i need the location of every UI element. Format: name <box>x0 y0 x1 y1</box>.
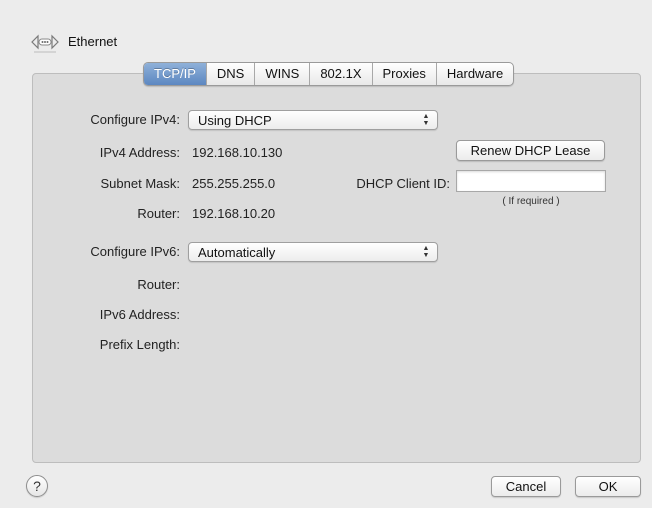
subnet-mask-label: Subnet Mask: <box>100 176 181 191</box>
ok-button[interactable]: OK <box>575 476 641 497</box>
configure-ipv4-popup[interactable]: Using DHCP ▲ ▼ <box>188 110 438 130</box>
configure-ipv4-value: Using DHCP <box>198 113 272 128</box>
ipv4-address-value: 192.168.10.130 <box>192 145 283 160</box>
configure-ipv6-value: Automatically <box>198 245 276 260</box>
popup-arrows-icon: ▲ ▼ <box>422 113 430 127</box>
cancel-button[interactable]: Cancel <box>491 476 561 497</box>
ethernet-icon <box>30 30 60 54</box>
ipv4-address-label: IPv4 Address: <box>99 145 180 160</box>
tab-8021x[interactable]: 802.1X <box>309 63 371 85</box>
ipv4-router-label: Router: <box>137 206 180 221</box>
tab-wins[interactable]: WINS <box>254 63 309 85</box>
tab-bar: TCP/IP DNS WINS 802.1X Proxies Hardware <box>143 62 515 86</box>
renew-dhcp-lease-button[interactable]: Renew DHCP Lease <box>456 140 605 161</box>
ipv4-router-value: 192.168.10.20 <box>192 206 276 221</box>
settings-panel <box>32 73 641 463</box>
dhcp-client-id-field[interactable] <box>456 170 606 192</box>
configure-ipv4-label: Configure IPv4: <box>90 112 180 127</box>
tab-hardware[interactable]: Hardware <box>435 63 513 85</box>
subnet-mask-value: 255.255.255.0 <box>192 176 276 191</box>
configure-ipv6-popup[interactable]: Automatically ▲ ▼ <box>188 242 438 262</box>
ipv6-router-label: Router: <box>137 277 180 292</box>
help-button[interactable]: ? <box>26 475 48 497</box>
configure-ipv6-label: Configure IPv6: <box>90 244 180 259</box>
dhcp-client-hint: ( If required ) <box>502 196 560 207</box>
tab-proxies[interactable]: Proxies <box>371 63 436 85</box>
dhcp-client-id-label: DHCP Client ID: <box>356 176 450 191</box>
window-title: Ethernet <box>68 34 118 49</box>
popup-arrows-icon: ▲ ▼ <box>422 245 430 259</box>
tab-dns[interactable]: DNS <box>205 63 254 85</box>
ipv6-address-label: IPv6 Address: <box>99 307 180 322</box>
prefix-length-label: Prefix Length: <box>99 337 180 352</box>
tab-tcpip[interactable]: TCP/IP <box>144 63 206 85</box>
